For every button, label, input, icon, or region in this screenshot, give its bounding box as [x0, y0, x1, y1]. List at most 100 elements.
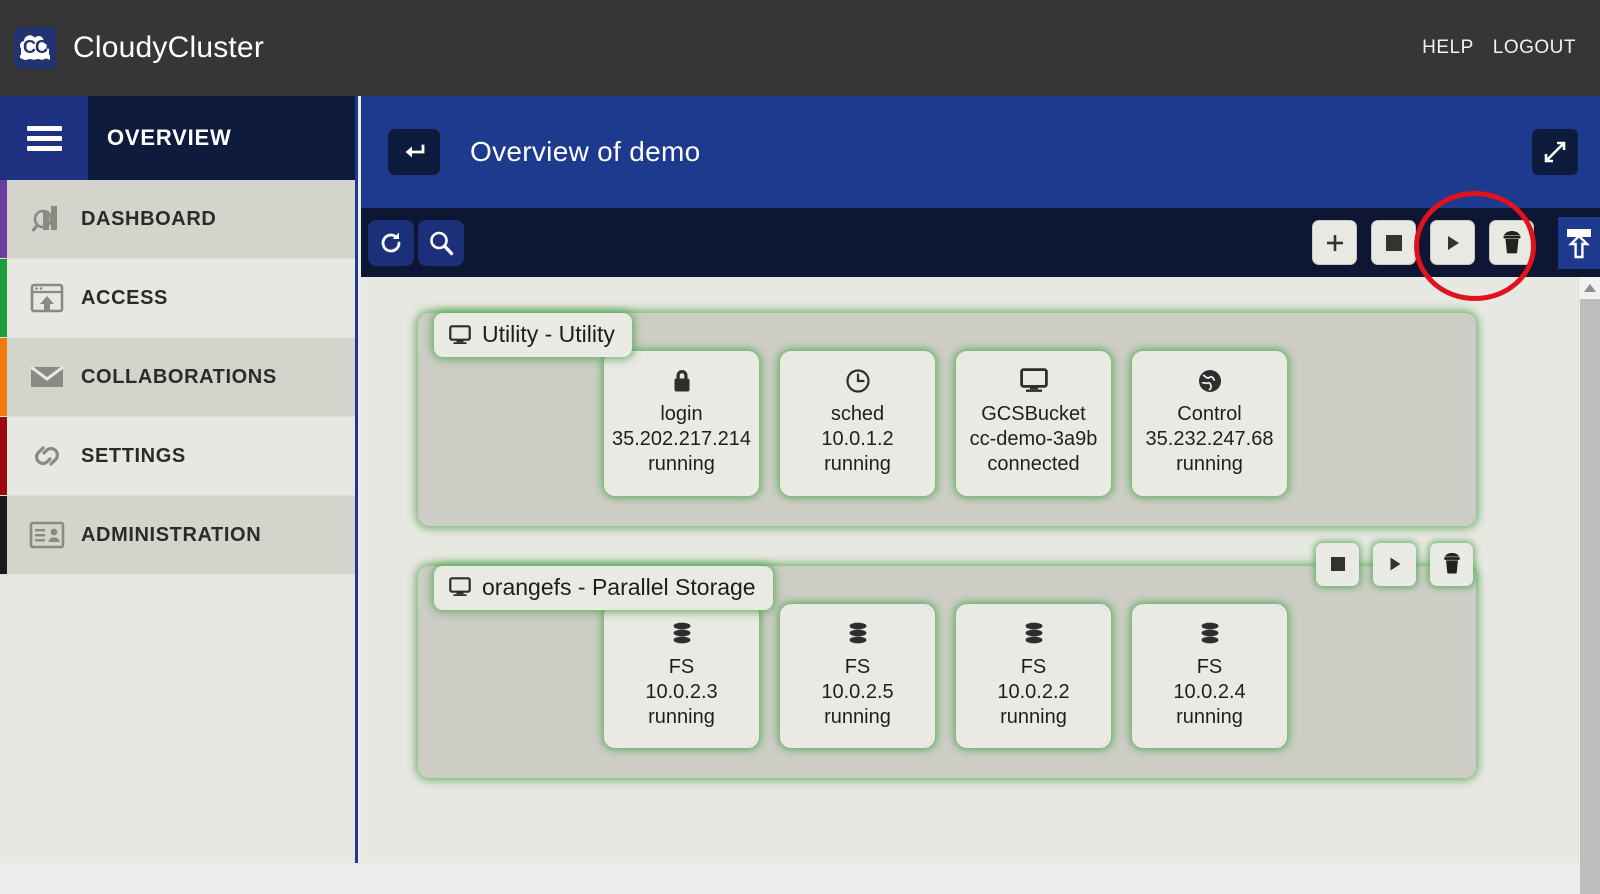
panel-stop-button[interactable] — [1316, 542, 1359, 586]
database-stack-icon — [784, 619, 931, 649]
add-button[interactable] — [1312, 220, 1357, 265]
node-name: FS — [668, 655, 695, 678]
start-button[interactable] — [1430, 220, 1475, 265]
brand-name: CloudyCluster — [73, 31, 265, 64]
expand-button[interactable] — [1532, 129, 1578, 175]
sidebar-item-access[interactable]: ACCESS — [0, 259, 355, 338]
node-name: FS — [844, 655, 871, 678]
search-button[interactable] — [418, 219, 464, 266]
menu-toggle-button[interactable] — [0, 96, 88, 180]
node-status: running — [648, 453, 715, 476]
node-card-fs-1[interactable]: FS 10.0.2.3 running — [604, 603, 759, 749]
node-status: running — [1000, 705, 1067, 728]
panel-delete-button[interactable] — [1430, 542, 1473, 586]
sidebar-item-administration[interactable]: ADMINISTRATION — [0, 496, 355, 575]
stripe-settings — [0, 417, 7, 495]
panel-action-group — [1316, 542, 1473, 586]
node-address: 10.0.2.3 — [645, 680, 718, 703]
top-bar: CC CloudyCluster HELP LOGOUT — [0, 0, 1600, 96]
sidebar-nav: DASHBOARD ACCESS COLLABORATIONS SETTINGS… — [0, 180, 355, 575]
toolbar-left-group — [368, 219, 464, 266]
monitor-icon — [449, 577, 471, 597]
database-stack-icon — [1136, 619, 1283, 649]
node-status: connected — [987, 453, 1080, 476]
stripe-access — [0, 259, 7, 337]
node-name: login — [660, 403, 703, 425]
scrollbar-thumb[interactable] — [1580, 299, 1600, 894]
stop-square-icon — [1385, 234, 1402, 251]
clock-icon — [784, 366, 931, 396]
panel-tab-label: Utility - Utility — [482, 321, 615, 347]
database-stack-icon — [608, 619, 755, 649]
panel-utility: Utility - Utility login 35.202.217.214 r… — [361, 313, 1578, 526]
node-name: FS — [1020, 655, 1047, 678]
trash-can-icon — [1503, 230, 1520, 253]
cluster-content-area: Utility - Utility login 35.202.217.214 r… — [361, 277, 1578, 863]
envelope-icon — [20, 364, 74, 390]
browser-upload-icon — [20, 282, 74, 314]
play-triangle-icon — [1447, 235, 1459, 250]
help-link[interactable]: HELP — [1422, 37, 1474, 59]
node-status: running — [824, 705, 891, 728]
logout-link[interactable]: LOGOUT — [1493, 37, 1576, 59]
back-button[interactable] — [388, 129, 440, 175]
page-header: Overview of demo — [361, 96, 1600, 208]
panel-start-button[interactable] — [1373, 542, 1416, 586]
panel-tab-utility[interactable]: Utility - Utility — [434, 313, 632, 357]
node-card-login[interactable]: login 35.202.217.214 running — [604, 351, 759, 496]
stripe-administration — [0, 496, 7, 574]
id-card-icon — [20, 521, 74, 549]
node-card-control[interactable]: Control 35.232.247.68 running — [1132, 351, 1287, 496]
stripe-collaborations — [0, 338, 7, 416]
panel-tab-orangefs[interactable]: orangefs - Parallel Storage — [434, 565, 773, 610]
node-address: cc-demo-3a9b — [969, 428, 1098, 451]
stop-square-icon — [1330, 557, 1345, 572]
node-address: 10.0.1.2 — [821, 428, 894, 451]
play-triangle-icon — [1390, 557, 1400, 571]
sidebar-item-collaborations[interactable]: COLLABORATIONS — [0, 338, 355, 417]
refresh-button[interactable] — [368, 219, 414, 266]
node-status: running — [824, 453, 891, 476]
stop-button[interactable] — [1371, 220, 1416, 265]
sidebar-item-settings[interactable]: SETTINGS — [0, 417, 355, 496]
delete-button[interactable] — [1489, 220, 1534, 265]
upload-tray-icon — [1567, 228, 1591, 258]
upload-button[interactable] — [1558, 216, 1600, 269]
expand-diagonal-icon — [1544, 141, 1566, 163]
content-scrollbar[interactable] — [1578, 277, 1600, 894]
cloudycluster-logo: CC — [14, 27, 56, 69]
dashboard-chart-magnifier-icon — [20, 202, 74, 236]
trash-can-icon — [1443, 553, 1460, 574]
node-address: 10.0.2.5 — [821, 680, 894, 703]
node-address: 10.0.2.4 — [1173, 680, 1246, 703]
node-status: running — [648, 705, 715, 728]
node-row: FS 10.0.2.3 running FS 10.0.2.5 running … — [418, 603, 1476, 749]
sidebar-item-dashboard[interactable]: DASHBOARD — [0, 180, 355, 259]
monitor-icon — [960, 366, 1107, 396]
node-status: running — [1176, 453, 1243, 476]
node-card-fs-4[interactable]: FS 10.0.2.4 running — [1132, 603, 1287, 749]
globe-icon — [1136, 366, 1283, 396]
node-name: Control — [1177, 403, 1242, 425]
panel-tab-label: orangefs - Parallel Storage — [482, 573, 756, 600]
sidebar-item-label: SETTINGS — [81, 444, 186, 467]
node-card-fs-3[interactable]: FS 10.0.2.2 running — [956, 603, 1111, 749]
main-content: Overview of demo Utility - Utility login… — [361, 96, 1600, 894]
node-address: 10.0.2.2 — [997, 680, 1070, 703]
logo-text: CC — [23, 37, 48, 57]
top-bar-links: HELP LOGOUT — [1422, 37, 1576, 59]
search-magnifier-icon — [430, 231, 454, 255]
sidebar-item-label: ADMINISTRATION — [81, 523, 262, 546]
node-status: running — [1176, 705, 1243, 728]
brand[interactable]: CC CloudyCluster — [14, 27, 264, 69]
node-card-sched[interactable]: sched 10.0.1.2 running — [780, 351, 935, 496]
chain-link-icon — [20, 440, 74, 472]
node-card-fs-2[interactable]: FS 10.0.2.5 running — [780, 603, 935, 749]
stripe-dashboard — [0, 180, 7, 258]
plus-icon — [1326, 234, 1343, 251]
scroll-up-button[interactable] — [1579, 277, 1600, 298]
node-card-gcsbucket[interactable]: GCSBucket cc-demo-3a9b connected — [956, 351, 1111, 496]
node-address: 35.232.247.68 — [1145, 428, 1274, 451]
sidebar-item-label: DASHBOARD — [81, 207, 217, 230]
toolbar-right-group — [1312, 216, 1600, 269]
